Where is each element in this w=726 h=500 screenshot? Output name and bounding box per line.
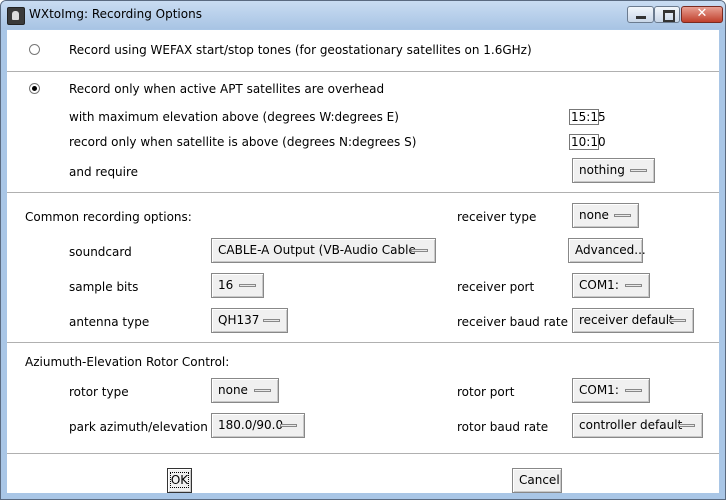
- app-icon: [7, 7, 25, 25]
- receiver-type-label: receiver type: [457, 210, 537, 224]
- apt-radio[interactable]: [29, 83, 40, 94]
- minimize-icon: [636, 16, 646, 19]
- require-menu-button[interactable]: nothing: [572, 158, 655, 183]
- option-menu-indicator-icon: [625, 284, 642, 287]
- receiver-type-value: none: [579, 208, 609, 222]
- receiver-baud-menu-button[interactable]: receiver default: [572, 308, 694, 333]
- maximize-button[interactable]: [654, 6, 680, 23]
- antenna-type-menu-button[interactable]: QH137: [211, 308, 288, 333]
- rotor-type-value: none: [218, 383, 248, 397]
- option-menu-indicator-icon: [280, 424, 297, 427]
- close-icon: ✕: [696, 6, 708, 21]
- rotor-port-value: COM1:: [579, 383, 619, 397]
- require-label: and require: [69, 165, 139, 179]
- park-menu-button[interactable]: 180.0/90.0: [211, 413, 305, 438]
- separator: [7, 71, 719, 73]
- require-value: nothing: [579, 163, 625, 177]
- soundcard-label: soundcard: [69, 245, 132, 259]
- wefax-label[interactable]: Record using WEFAX start/stop tones (for…: [69, 43, 532, 57]
- rotor-type-menu-button[interactable]: none: [211, 378, 279, 403]
- option-menu-indicator-icon: [254, 389, 271, 392]
- sample-bits-label: sample bits: [69, 280, 139, 294]
- park-value: 180.0/90.0: [218, 418, 284, 432]
- close-button[interactable]: ✕: [681, 6, 723, 23]
- receiver-baud-label: receiver baud rate: [457, 315, 568, 329]
- sample-bits-menu-button[interactable]: 16: [211, 273, 264, 298]
- antenna-type-label: antenna type: [69, 315, 150, 329]
- ok-button[interactable]: OK: [167, 468, 192, 493]
- separator: [7, 453, 719, 455]
- common-options-heading: Common recording options:: [25, 210, 192, 224]
- soundcard-menu-button[interactable]: CABLE-A Output (VB-Audio Cable: [211, 238, 436, 263]
- rotor-baud-menu-button[interactable]: controller default: [572, 413, 703, 438]
- soundcard-value: CABLE-A Output (VB-Audio Cable: [218, 243, 416, 257]
- sample-bits-value: 16: [218, 278, 234, 292]
- dialog-body: Record using WEFAX start/stop tones (for…: [7, 30, 719, 493]
- receiver-port-label: receiver port: [457, 280, 535, 294]
- rotor-port-label: rotor port: [457, 385, 515, 399]
- separator: [7, 342, 719, 344]
- rotor-baud-label: rotor baud rate: [457, 420, 549, 434]
- option-menu-indicator-icon: [411, 249, 428, 252]
- separator: [7, 192, 719, 194]
- minimize-button[interactable]: [627, 6, 654, 23]
- recording-options-window: WXtoImg: Recording Options ✕ Record usin…: [0, 0, 726, 500]
- window-title: WXtoImg: Recording Options: [29, 7, 202, 21]
- maximize-icon: [663, 10, 675, 22]
- antenna-type-value: QH137: [218, 313, 260, 327]
- option-menu-indicator-icon: [614, 214, 631, 217]
- wefax-radio[interactable]: [29, 44, 40, 55]
- option-menu-indicator-icon: [630, 169, 647, 172]
- receiver-port-menu-button[interactable]: COM1:: [572, 273, 650, 298]
- park-label: park azimuth/elevation: [69, 420, 208, 434]
- option-menu-indicator-icon: [239, 284, 256, 287]
- rotor-baud-value: controller default: [579, 418, 683, 432]
- cancel-button[interactable]: Cancel: [512, 468, 562, 493]
- receiver-baud-value: receiver default: [579, 313, 674, 327]
- receiver-type-menu-button[interactable]: none: [572, 203, 639, 228]
- rotor-heading: Aziumuth-Elevation Rotor Control:: [25, 355, 230, 369]
- option-menu-indicator-icon: [263, 319, 280, 322]
- rotor-port-menu-button[interactable]: COM1:: [572, 378, 650, 403]
- rotor-type-label: rotor type: [69, 385, 129, 399]
- max-elevation-field[interactable]: 15:15: [569, 109, 606, 125]
- max-elevation-label: with maximum elevation above (degrees W:…: [69, 110, 399, 124]
- advanced-button[interactable]: Advanced...: [568, 238, 646, 263]
- option-menu-indicator-icon: [669, 319, 686, 322]
- option-menu-indicator-icon: [625, 389, 642, 392]
- title-bar[interactable]: WXtoImg: Recording Options ✕: [1, 1, 725, 29]
- ok-label: OK: [169, 472, 190, 488]
- above-field[interactable]: 10:10: [569, 134, 606, 150]
- above-label: record only when satellite is above (deg…: [69, 135, 417, 149]
- option-menu-indicator-icon: [678, 424, 695, 427]
- apt-label[interactable]: Record only when active APT satellites a…: [69, 82, 384, 96]
- receiver-port-value: COM1:: [579, 278, 619, 292]
